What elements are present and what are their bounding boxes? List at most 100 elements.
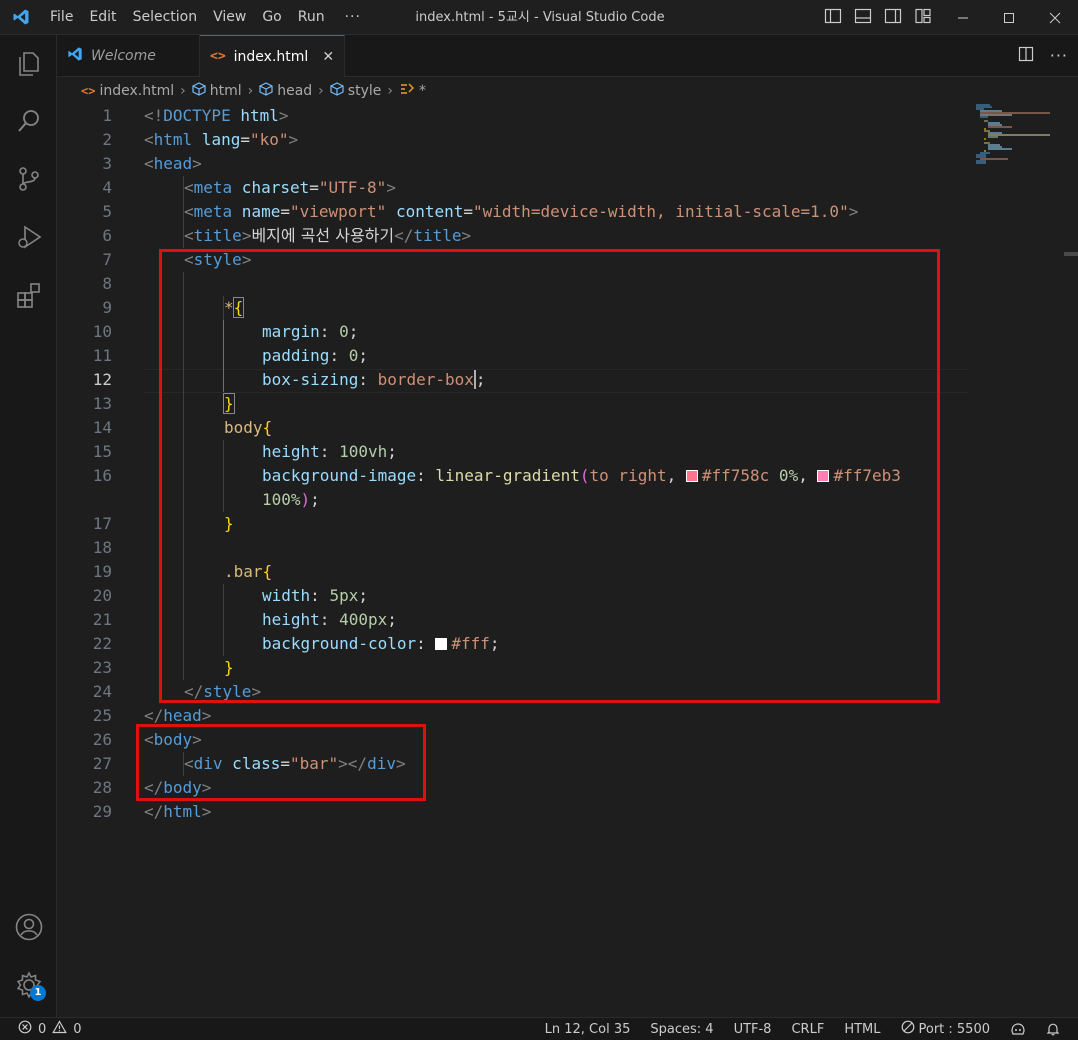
breadcrumb-head[interactable]: head: [259, 82, 312, 100]
split-editor-icon[interactable]: [1018, 46, 1034, 66]
menu-edit[interactable]: Edit: [81, 0, 124, 35]
error-icon: [18, 1020, 32, 1038]
status-bar: 0 0 Ln 12, Col 35 Spaces: 4 UTF-8 CRLF H…: [0, 1017, 1078, 1040]
line-number: 28: [92, 778, 112, 797]
eol-setting[interactable]: CRLF: [791, 1022, 824, 1037]
chevron-right-icon: ›: [180, 83, 186, 99]
line-number: 6: [102, 226, 112, 245]
line-number: 7: [102, 250, 112, 269]
line-number: 23: [92, 658, 112, 677]
menu-file[interactable]: File: [42, 0, 81, 35]
line-number: 9: [102, 298, 112, 317]
tab-close-icon[interactable]: ✕: [322, 49, 334, 65]
menu-more-button[interactable]: ···: [333, 9, 373, 25]
breadcrumb-label: head: [277, 83, 313, 99]
line-number: 4: [102, 178, 112, 197]
cursor-position[interactable]: Ln 12, Col 35: [545, 1022, 631, 1037]
activity-bar: 1: [0, 35, 57, 1017]
line-number: 27: [92, 754, 112, 773]
line-number: 25: [92, 706, 112, 725]
live-server-port[interactable]: Port : 5500: [901, 1020, 991, 1038]
tab-index-html[interactable]: <> index.html ✕: [200, 35, 345, 77]
more-actions-icon[interactable]: ···: [1050, 46, 1068, 65]
line-number: 2: [102, 130, 112, 149]
editor-tab-bar: Welcome <> index.html ✕ ···: [57, 35, 1078, 77]
breadcrumb: <> index.html › html › head › style › *: [57, 77, 1078, 105]
copilot-icon[interactable]: [1010, 1022, 1026, 1036]
annotation-box-style: [159, 249, 940, 703]
line-number: 26: [92, 730, 112, 749]
annotation-box-body: [136, 724, 426, 801]
source-control-icon[interactable]: [0, 155, 57, 203]
broadcast-off-icon: [901, 1020, 915, 1038]
encoding-setting[interactable]: UTF-8: [734, 1022, 772, 1037]
line-number: 20: [92, 586, 112, 605]
warning-icon: [52, 1020, 68, 1038]
title-bar: File Edit Selection View Go Run ··· inde…: [0, 0, 1078, 35]
port-label: Port : 5500: [918, 1021, 991, 1037]
breadcrumb-selector[interactable]: *: [399, 82, 426, 100]
explorer-icon[interactable]: [0, 39, 57, 87]
manage-gear-icon[interactable]: 1: [0, 961, 57, 1009]
line-number: 17: [92, 514, 112, 533]
line-number: 18: [92, 538, 112, 557]
line-number: 19: [92, 562, 112, 581]
close-window-button[interactable]: [1032, 0, 1078, 35]
minimize-button[interactable]: [940, 0, 986, 35]
code-line: <html lang="ko">: [144, 130, 299, 149]
error-count: 0: [38, 1021, 47, 1037]
breadcrumb-label: index.html: [99, 83, 175, 99]
search-icon[interactable]: [0, 97, 57, 145]
html-file-icon: <>: [210, 49, 226, 64]
code-line: <meta name="viewport" content="width=dev…: [184, 202, 859, 221]
line-number: 21: [92, 610, 112, 629]
line-number: 11: [92, 346, 112, 365]
chevron-right-icon: ›: [387, 83, 393, 99]
customize-layout-icon[interactable]: [914, 7, 932, 29]
menu-go[interactable]: Go: [254, 0, 289, 35]
indentation-setting[interactable]: Spaces: 4: [650, 1022, 713, 1037]
breadcrumb-file[interactable]: <> index.html: [81, 83, 174, 99]
line-number: 29: [92, 802, 112, 821]
warning-count: 0: [73, 1021, 82, 1037]
code-line: <head>: [144, 154, 202, 173]
menu-bar: File Edit Selection View Go Run ···: [42, 0, 373, 35]
chevron-right-icon: ›: [318, 83, 324, 99]
line-number: 10: [92, 322, 112, 341]
menu-selection[interactable]: Selection: [125, 0, 206, 35]
language-mode[interactable]: HTML: [844, 1022, 880, 1037]
line-number: 5: [102, 202, 112, 221]
chevron-right-icon: ›: [247, 83, 254, 99]
line-number: 1: [102, 106, 112, 125]
maximize-button[interactable]: [986, 0, 1032, 35]
tab-label: index.html: [233, 48, 309, 65]
tab-label: Welcome: [91, 47, 156, 64]
extensions-icon[interactable]: [0, 271, 57, 319]
breadcrumb-style[interactable]: style: [330, 82, 382, 100]
notifications-bell-icon[interactable]: [1046, 1022, 1060, 1036]
breadcrumb-label: style: [347, 83, 382, 99]
toggle-secondary-sidebar-icon[interactable]: [884, 7, 902, 29]
line-number: 15: [92, 442, 112, 461]
line-number: 16: [92, 466, 112, 485]
toggle-panel-icon[interactable]: [854, 7, 872, 29]
window-title: index.html - 5교시 - Visual Studio Code: [415, 10, 665, 25]
menu-run[interactable]: Run: [290, 0, 333, 35]
menu-view[interactable]: View: [205, 0, 254, 35]
accounts-icon[interactable]: [0, 903, 57, 951]
run-and-debug-icon[interactable]: [0, 213, 57, 261]
code-line: <!DOCTYPE html>: [144, 106, 289, 125]
problems-indicator[interactable]: 0 0: [18, 1018, 82, 1040]
minimap[interactable]: [972, 104, 1072, 224]
breadcrumb-html[interactable]: html: [192, 82, 242, 100]
line-number: 13: [92, 394, 112, 413]
symbol-element-icon: [330, 82, 344, 100]
code-editor[interactable]: 1 2 3 4 5 6 7 8 9 10 11 12 13 14 15 16 1…: [57, 104, 1078, 1017]
tab-welcome[interactable]: Welcome: [57, 35, 200, 76]
scrollbar-thumb[interactable]: [1064, 252, 1078, 256]
symbol-element-icon: [259, 82, 273, 100]
vscode-logo-icon[interactable]: [0, 0, 42, 35]
notification-badge: 1: [30, 985, 46, 1001]
html-file-icon: <>: [81, 84, 96, 98]
toggle-primary-sidebar-icon[interactable]: [824, 7, 842, 29]
